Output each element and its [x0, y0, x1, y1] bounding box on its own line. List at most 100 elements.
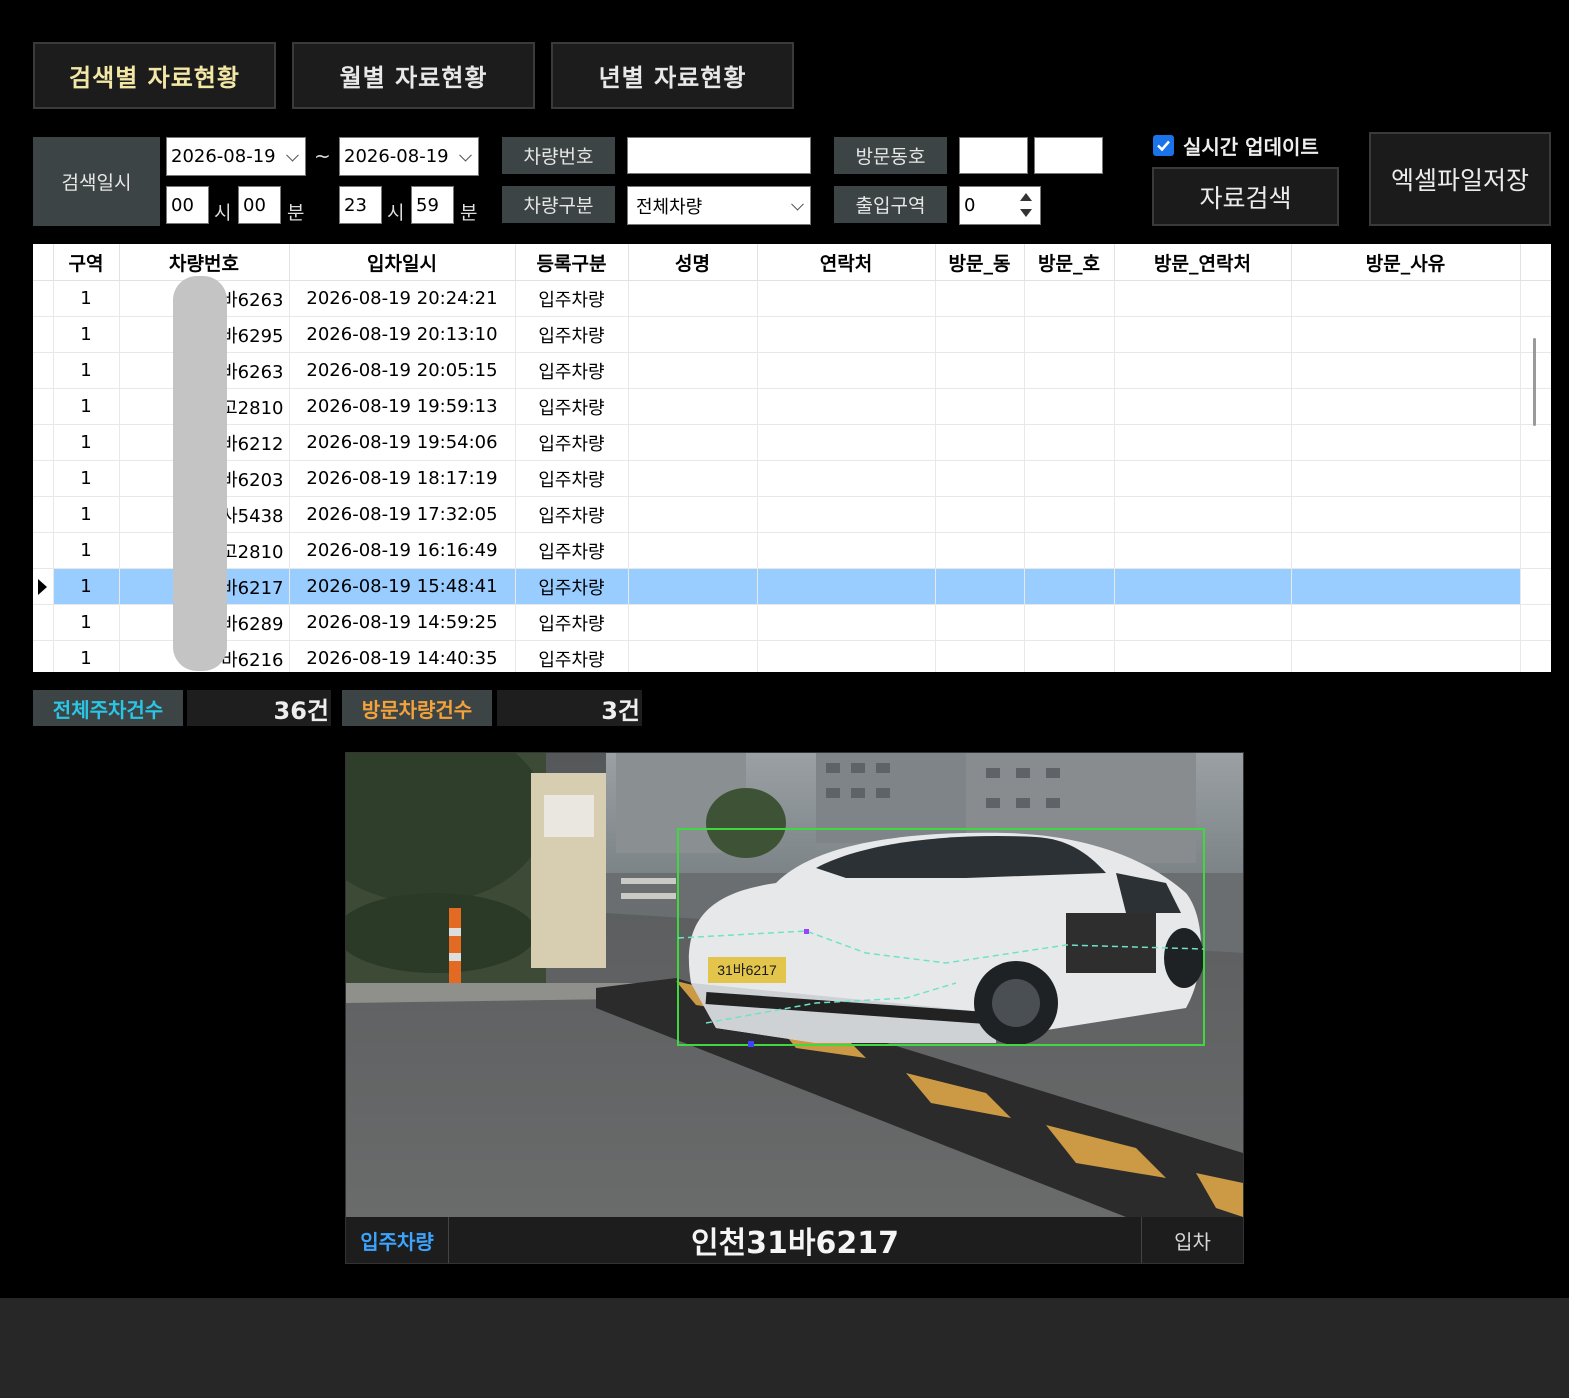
stepper-down-icon[interactable] — [1020, 209, 1032, 217]
cell-visit-contact — [1114, 640, 1292, 672]
table-row[interactable]: 1인 바6263 2026-08-19 20:05:15 입주차량 — [33, 352, 1551, 389]
cell-reg-type: 입주차량 — [515, 352, 629, 389]
table-row[interactable]: 1 고2810 2026-08-19 16:16:49 입주차량 — [33, 532, 1551, 569]
cell-reg-type: 입주차량 — [515, 568, 629, 605]
cell-name — [628, 460, 758, 497]
cell-visit-dong — [935, 460, 1025, 497]
table-row[interactable]: 1 고2810 2026-08-19 19:59:13 입주차량 — [33, 388, 1551, 425]
cell-visit-contact — [1114, 388, 1292, 425]
table-row[interactable]: 1인 바6217 2026-08-19 15:48:41 입주차량 — [33, 568, 1551, 605]
cell-visit-contact — [1114, 496, 1292, 533]
minute-unit: 분 — [287, 202, 305, 224]
cell-visit-reason — [1291, 532, 1521, 569]
stepper-up-icon[interactable] — [1020, 193, 1032, 201]
table-row[interactable]: 1인 바6263 2026-08-19 20:24:21 입주차량 — [33, 280, 1551, 317]
cell-visit-ho — [1024, 496, 1115, 533]
cell-entry-time: 2026-08-19 18:17:19 — [289, 460, 516, 497]
cell-visit-dong — [935, 640, 1025, 672]
cell-visit-dong — [935, 280, 1025, 317]
search-button[interactable]: 자료검색 — [1152, 167, 1339, 226]
col-header[interactable]: 방문_동 — [935, 244, 1025, 281]
cell-visit-reason — [1291, 424, 1521, 461]
from-date-picker[interactable]: 2026-08-19 — [166, 137, 306, 176]
cell-name — [628, 388, 758, 425]
cell-entry-time: 2026-08-19 15:48:41 — [289, 568, 516, 605]
table-row[interactable]: 1인 바6289 2026-08-19 14:59:25 입주차량 — [33, 604, 1551, 641]
cell-visit-reason — [1291, 496, 1521, 533]
from-hour-input[interactable]: 00 — [166, 186, 209, 224]
cell-zone: 1 — [53, 640, 120, 672]
cell-visit-ho — [1024, 352, 1115, 389]
visit-dong-input[interactable] — [959, 137, 1028, 174]
row-header[interactable] — [33, 496, 54, 533]
to-hour-input[interactable]: 23 — [339, 186, 382, 224]
cell-entry-time: 2026-08-19 17:32:05 — [289, 496, 516, 533]
row-header[interactable] — [33, 316, 54, 353]
results-table: 구역 차량번호 입차일시 등록구분 성명 연락처 방문_동 방문_호 방문_연락… — [33, 244, 1551, 672]
cell-visit-contact — [1114, 604, 1292, 641]
col-header[interactable]: 방문_사유 — [1291, 244, 1521, 281]
table-row[interactable]: 1인 바6295 2026-08-19 20:13:10 입주차량 — [33, 316, 1551, 353]
table-row[interactable]: 1 사5438 2026-08-19 17:32:05 입주차량 — [33, 496, 1551, 533]
table-row[interactable]: 1인 바6216 2026-08-19 14:40:35 입주차량 — [33, 640, 1551, 672]
cell-reg-type: 입주차량 — [515, 460, 629, 497]
to-date-picker[interactable]: 2026-08-19 — [339, 137, 479, 176]
excel-save-button[interactable]: 엑셀파일저장 — [1369, 132, 1551, 226]
zone-stepper[interactable]: 0 — [959, 186, 1041, 225]
vehicle-type-select[interactable]: 전체차량 — [627, 186, 811, 225]
cell-zone: 1 — [53, 568, 120, 605]
chevron-down-icon — [286, 148, 299, 162]
col-header[interactable]: 차량번호 — [119, 244, 290, 281]
plate-input[interactable] — [627, 137, 811, 174]
tab-search-stats[interactable]: 검색별 자료현황 — [33, 42, 276, 109]
cell-visit-dong — [935, 352, 1025, 389]
cell-name — [628, 424, 758, 461]
cell-gutter — [1520, 424, 1551, 461]
row-header[interactable] — [33, 568, 54, 605]
row-header[interactable] — [33, 424, 54, 461]
row-header[interactable] — [33, 640, 54, 672]
row-header[interactable] — [33, 280, 54, 317]
row-header[interactable] — [33, 388, 54, 425]
check-icon — [1157, 140, 1170, 152]
vehicle-type-label: 차량구분 — [502, 186, 615, 223]
from-minute-input[interactable]: 00 — [238, 186, 281, 224]
col-header[interactable]: 성명 — [628, 244, 758, 281]
visit-ho-input[interactable] — [1034, 137, 1103, 174]
to-date-value: 2026-08-19 — [344, 146, 449, 167]
cell-visit-ho — [1024, 568, 1115, 605]
row-header[interactable] — [33, 604, 54, 641]
table-row[interactable]: 1인 바6203 2026-08-19 18:17:19 입주차량 — [33, 460, 1551, 497]
col-header[interactable]: 입차일시 — [289, 244, 516, 281]
cell-visit-dong — [935, 388, 1025, 425]
cell-entry-time: 2026-08-19 19:59:13 — [289, 388, 516, 425]
results-grid[interactable]: 구역 차량번호 입차일시 등록구분 성명 연락처 방문_동 방문_호 방문_연락… — [33, 244, 1551, 672]
tab-monthly-stats[interactable]: 월별 자료현황 — [292, 42, 535, 109]
cell-name — [628, 532, 758, 569]
vehicle-type-value: 전체차량 — [636, 196, 703, 218]
cell-entry-time: 2026-08-19 16:16:49 — [289, 532, 516, 569]
tab-yearly-stats[interactable]: 년별 자료현황 — [551, 42, 794, 109]
visitor-count-label: 방문차량건수 — [342, 690, 492, 726]
cell-name — [628, 352, 758, 389]
to-minute-input[interactable]: 59 — [411, 186, 454, 224]
col-header[interactable]: 구역 — [53, 244, 120, 281]
realtime-checkbox[interactable] — [1153, 135, 1174, 156]
row-header[interactable] — [33, 532, 54, 569]
col-header[interactable]: 방문_연락처 — [1114, 244, 1292, 281]
row-header[interactable] — [33, 352, 54, 389]
cell-reg-type: 입주차량 — [515, 424, 629, 461]
cell-contact — [757, 568, 936, 605]
row-header[interactable] — [33, 460, 54, 497]
cell-contact — [757, 388, 936, 425]
cell-visit-ho — [1024, 604, 1115, 641]
cell-visit-reason — [1291, 280, 1521, 317]
vertical-scrollbar-thumb[interactable] — [1533, 338, 1536, 426]
chevron-down-icon — [459, 148, 472, 162]
col-header[interactable]: 연락처 — [757, 244, 936, 281]
table-row[interactable]: 1인 바6212 2026-08-19 19:54:06 입주차량 — [33, 424, 1551, 461]
cell-visit-dong — [935, 316, 1025, 353]
col-header[interactable]: 방문_호 — [1024, 244, 1115, 281]
col-header[interactable]: 등록구분 — [515, 244, 629, 281]
cell-visit-reason — [1291, 604, 1521, 641]
